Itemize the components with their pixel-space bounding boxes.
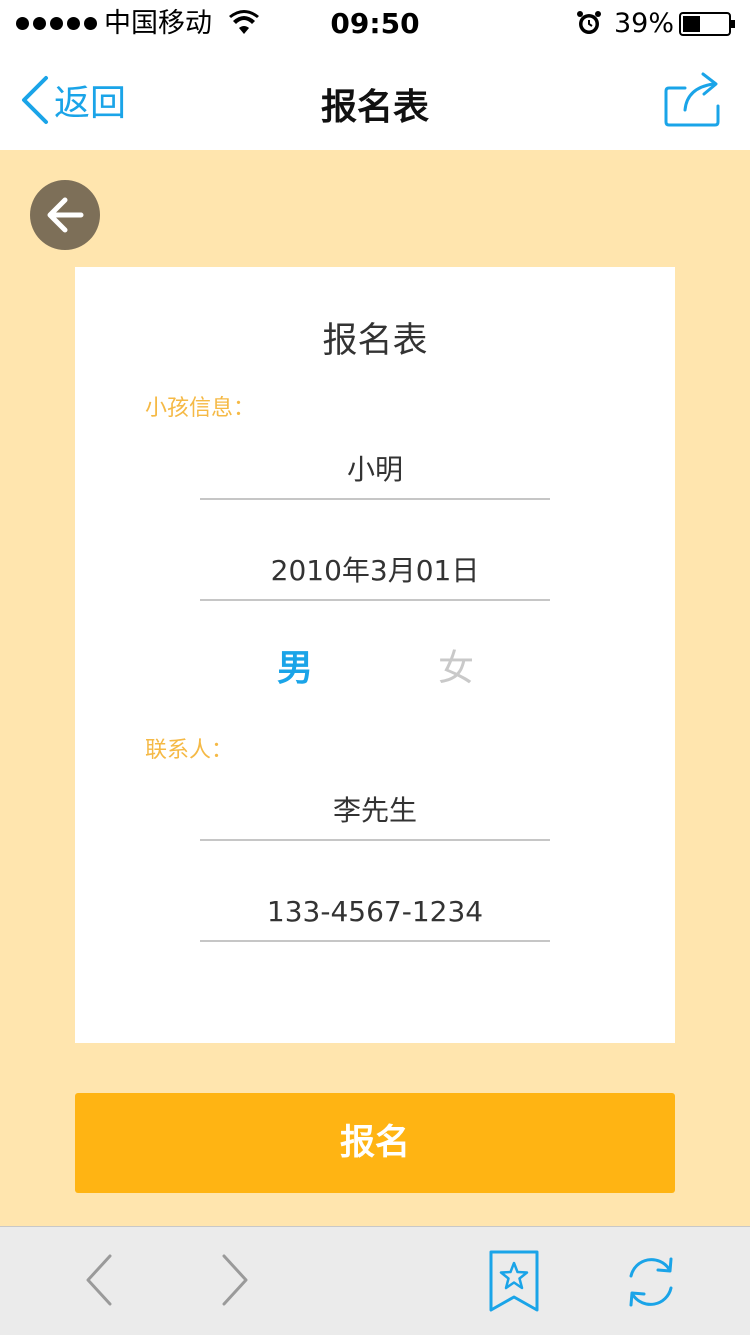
arrow-left-icon xyxy=(47,197,84,233)
share-icon[interactable] xyxy=(663,70,723,128)
nav-bar: 返回 报名表 xyxy=(0,50,750,150)
phone-field[interactable]: 133-4567-1234 xyxy=(200,884,550,942)
form-title: 报名表 xyxy=(322,321,428,361)
birth-date-field[interactable]: 2010年3月01日 xyxy=(200,543,550,601)
submit-signup-button[interactable]: 报名 xyxy=(75,1093,675,1193)
gender-male-option[interactable]: 男 xyxy=(255,639,335,691)
chevron-right-icon[interactable] xyxy=(218,1252,252,1308)
battery-percent: 39% xyxy=(614,8,675,39)
refresh-icon[interactable] xyxy=(622,1253,680,1311)
signup-form-card: 报名表 小孩信息： 小明 2010年3月01日 男 女 联系人： 李先生 133… xyxy=(75,267,675,1043)
status-bar: 中国移动 09:50 39% xyxy=(0,0,750,50)
bookmark-star-icon[interactable] xyxy=(488,1249,540,1313)
child-name-field[interactable]: 小明 xyxy=(200,442,550,500)
bottom-toolbar xyxy=(0,1226,750,1335)
gender-female-option[interactable]: 女 xyxy=(416,639,496,691)
battery-icon xyxy=(679,12,735,36)
child-info-label: 小孩信息： xyxy=(145,396,256,421)
alarm-icon xyxy=(577,11,601,34)
back-arrow-button[interactable] xyxy=(30,180,100,250)
page-title: 报名表 xyxy=(320,87,429,128)
chevron-left-icon[interactable] xyxy=(82,1252,116,1308)
contact-label: 联系人： xyxy=(145,738,234,763)
contact-name-field[interactable]: 李先生 xyxy=(200,783,550,841)
